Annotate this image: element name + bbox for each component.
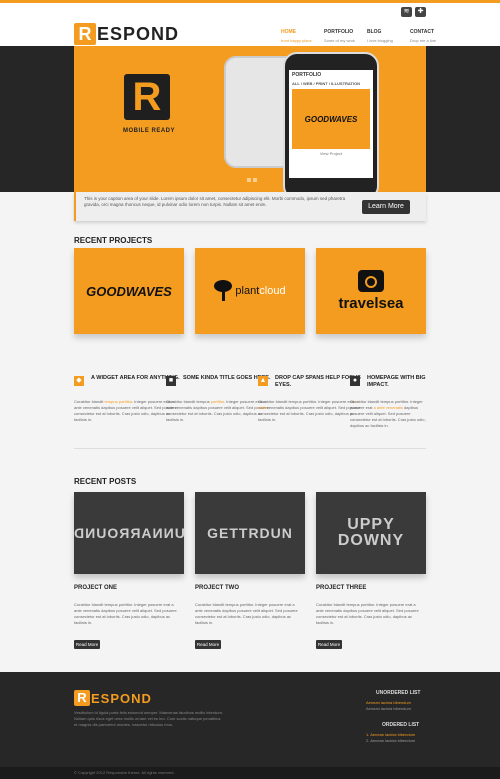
phone-view-project: View Project [319,151,343,156]
project-name-part: plant [235,285,260,297]
social-icons: ≋ ✚ [401,7,426,17]
nav-item-home[interactable]: HOME front happy place [281,29,324,43]
site-logo[interactable]: R ESPOND [74,23,179,45]
camera-icon [358,270,384,292]
post-image-text: UPPY DOWNY [337,516,405,549]
widget-text: Curabitur blandit tempus porttitor. Inte… [350,399,426,428]
nav-subtitle: Some of my work [324,38,355,43]
widget-icon: ● [350,376,360,386]
nav-item-portfolio[interactable]: PORTFOLIO Some of my work [324,29,367,43]
mobile-ready-badge: R [124,74,170,120]
phone-screen: PORTFOLIO ALL / WEB / PRINT / ILLUSTRATI… [289,70,373,178]
widget-text: Curabitur blandit tempus porttitor. Inte… [74,399,177,422]
footer-text: Vestibulum id ligula porta felis euismod… [74,710,223,727]
plantcloud-logo: plantcloud [214,280,286,302]
post-excerpt: Curabitur blandit tempus porttitor. Inte… [74,602,177,625]
project-name: travelsea [338,295,404,312]
list-item[interactable]: 2. Aenean lacinia bibendum [366,738,436,744]
share-icon[interactable]: ✚ [415,7,426,17]
post-image-3[interactable]: UPPY DOWNY [316,492,426,574]
footer-logo[interactable]: R ESPOND [74,690,152,706]
nav-subtitle: I love blogging [367,38,393,43]
logo-mark: R [74,690,90,706]
slider-dot[interactable] [241,178,245,182]
widget-icon: ◆ [74,376,84,386]
logo-text: ESPOND [91,690,152,706]
post-excerpt: Curabitur blandit tempus porttitor. Inte… [195,602,298,625]
widget-icon: ▲ [258,376,268,386]
project-card-travelsea[interactable]: travelsea [316,248,426,334]
copyright-text: © Copyright 2012 Responsive theme. All r… [74,770,175,775]
slider-dot[interactable] [247,178,251,182]
unordered-list: Aenean lacinia bibendum Aenean lacinia b… [366,700,436,712]
post-image-text: GETTRDUN [207,525,293,541]
main-nav: HOME front happy place PORTFOLIO Some of… [281,29,453,43]
mobile-ready-label: MOBILE READY [122,128,175,134]
widget-highlight: a ante venenatis [373,405,403,410]
section-divider [74,448,426,449]
list-item[interactable]: Aenean lacinia bibendum [366,706,436,712]
logo-text: ESPOND [97,23,180,44]
post-image-text: UNNARROUND [73,525,185,541]
recent-projects-heading: RECENT PROJECTS [74,236,153,245]
widget-icon: ■ [166,376,176,386]
widget-text: Curabitur blandit tempus porttitor. Inte… [166,399,269,422]
post-title[interactable]: PROJECT ONE [74,585,117,591]
read-more-button[interactable]: Read More [316,640,342,649]
learn-more-button[interactable]: Learn More [362,200,410,214]
nav-label: CONTACT [410,29,435,35]
project-name: plantcloud [235,285,285,297]
rss-icon[interactable]: ≋ [401,7,412,17]
nav-item-blog[interactable]: BLOG I love blogging [367,29,410,43]
project-name-part: cloud [259,285,286,297]
unordered-list-title: UNORDERED LIST [376,690,421,696]
nav-label: HOME [281,29,296,35]
widget-title: HOMEPAGE WITH BIG IMPACT. [367,375,426,388]
hero-slider[interactable]: R MOBILE READY PORTFOLIO ALL / WEB / PRI… [74,46,426,192]
project-card-goodwaves[interactable]: GOODWAVES [74,248,184,334]
slider-dot[interactable] [253,178,257,182]
nav-item-contact[interactable]: CONTACT Drop me a line [410,29,453,43]
phone-thumb-text: GOODWAVES [304,114,358,124]
widget-text: Curabitur blandit tempus porttitor. Inte… [258,399,361,422]
read-more-button[interactable]: Read More [74,640,100,649]
project-name: GOODWAVES [86,283,172,299]
post-excerpt: Curabitur blandit tempus porttitor. Inte… [316,602,419,625]
post-image-2[interactable]: GETTRDUN [195,492,305,574]
phone-portfolio-title: PORTFOLIO [292,72,322,78]
post-title[interactable]: PROJECT TWO [195,585,239,591]
site-header: R ESPOND ≋ ✚ HOME front happy place PORT… [0,3,500,46]
widget-highlight: tempus porttitor [104,399,133,404]
widget-highlight: porttitor [210,399,225,404]
ordered-list-title: ORDERED LIST [382,722,420,728]
tree-icon [214,280,233,302]
logo-mark: R [74,23,96,45]
phone-portfolio-filter: ALL / WEB / PRINT / ILLUSTRATION [292,81,361,86]
slider-pagination [241,178,257,182]
caption-text: This is your caption area of your slide.… [84,196,346,207]
post-title[interactable]: PROJECT THREE [316,585,366,591]
nav-label: PORTFOLIO [324,29,354,35]
ordered-list: 1. Aenean lacinia bibendum 2. Aenean lac… [366,732,436,744]
nav-subtitle: front happy place [281,38,312,43]
project-card-plantcloud[interactable]: plantcloud [195,248,305,334]
nav-label: BLOG [367,29,382,35]
read-more-button[interactable]: Read More [195,640,221,649]
recent-posts-heading: RECENT POSTS [74,477,137,486]
phone-illustration: PORTFOLIO ALL / WEB / PRINT / ILLUSTRATI… [283,52,379,192]
nav-subtitle: Drop me a line [410,38,437,43]
post-image-1[interactable]: UNNARROUND [73,492,185,574]
phone-portfolio-thumb: GOODWAVES [292,89,370,149]
